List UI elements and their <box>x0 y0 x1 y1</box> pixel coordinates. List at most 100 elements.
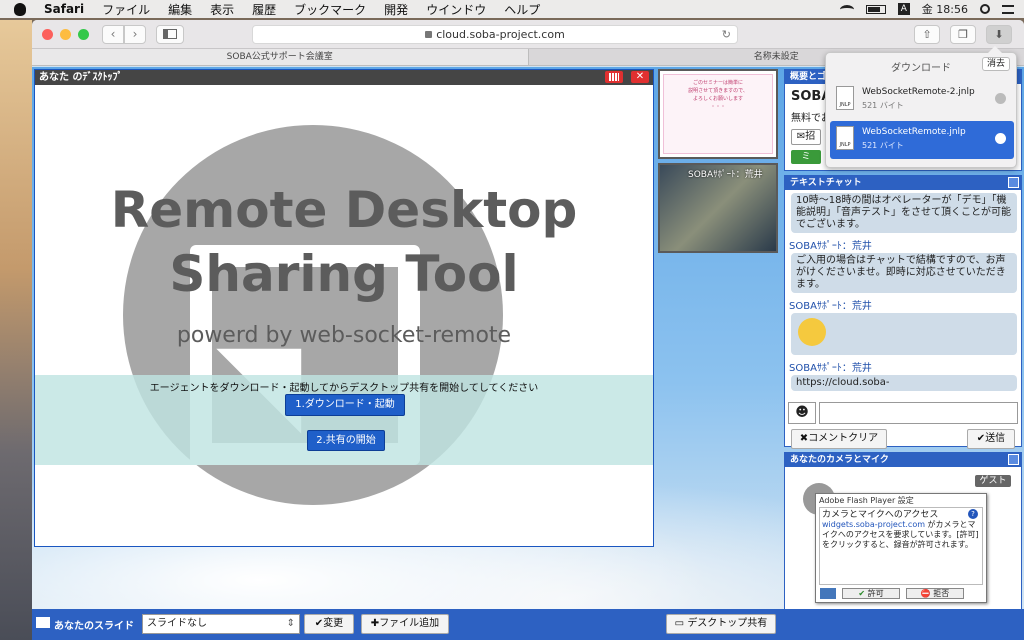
battery-icon[interactable] <box>865 4 886 14</box>
wifi-icon[interactable] <box>839 4 854 14</box>
add-file-label: ファイル追加 <box>379 618 440 629</box>
back-button[interactable]: ‹ <box>102 24 124 44</box>
desktop-share-label: デスクトップ共有 <box>687 618 768 629</box>
slide-preview: ごのセミナーは簡単に 説明させて頂きますので、 よろしくお願いします ・・・ <box>663 74 773 154</box>
lock-icon <box>425 31 433 38</box>
chat-sender: SOBAｻﾎﾟｰﾄ：荒井 <box>789 241 872 252</box>
desktop-panel-title: あなた のﾃﾞｽｸﾄｯﾌﾟ <box>39 72 123 83</box>
camera-panel-header: あなたのカメラとマイク <box>785 453 1021 467</box>
input-mode-indicator[interactable]: A <box>897 3 910 15</box>
chat-messages[interactable]: 10時〜18時の間はオペレーターが「デモ」「機能説明」「音声テスト」をさせて頂く… <box>785 190 1021 400</box>
participant-thumbnails: ごのセミナーは簡単に 説明させて頂きますので、 よろしくお願いします ・・・ S… <box>658 69 780 259</box>
download-size: 521 バイト <box>862 141 904 150</box>
flash-dialog-heading: カメラとマイクへのアクセス <box>822 510 939 520</box>
invite-button[interactable]: ✉招 <box>791 129 821 145</box>
hero-subheading: powerd by web-socket-remote <box>176 323 512 348</box>
chat-actions: ✖コメントクリア ✔送信 <box>785 426 1021 450</box>
chat-sender: SOBAｻﾎﾟｰﾄ：荒井 <box>789 301 872 312</box>
emoji-picker-button[interactable]: ☻ <box>788 402 816 424</box>
hero-heading-line2: Sharing Tool <box>169 245 519 303</box>
help-icon[interactable]: ? <box>968 509 978 519</box>
video-label: SOBAｻﾎﾟｰﾄ：荒井 <box>688 170 763 180</box>
chat-input[interactable] <box>819 402 1018 424</box>
clear-downloads-button[interactable]: 消去 <box>982 57 1010 71</box>
menu-edit[interactable]: 編集 <box>168 1 192 18</box>
clear-comments-label: コメントクリア <box>808 433 879 444</box>
send-button[interactable]: ✔送信 <box>967 429 1015 449</box>
change-slide-label: 変更 <box>323 618 344 629</box>
camera-panel-toggle-icon[interactable] <box>1008 454 1019 465</box>
reveal-in-finder-icon[interactable] <box>995 93 1006 104</box>
download-item-selected[interactable]: WebSocketRemote.jnlp 521 バイト <box>830 121 1014 159</box>
tabs-overview-button[interactable]: ❐ <box>950 25 976 44</box>
menu-app-name[interactable]: Safari <box>44 2 84 16</box>
minimize-window-button[interactable] <box>60 28 71 40</box>
jnlp-file-icon <box>836 126 854 150</box>
overview-badge[interactable]: ミ <box>791 150 821 164</box>
desktop-panel-body: Remote Desktop Sharing Tool powerd by we… <box>35 85 653 546</box>
menu-view[interactable]: 表示 <box>210 1 234 18</box>
sidebar-icon <box>163 29 177 39</box>
invite-button-label: 招 <box>805 131 816 142</box>
chat-sender: SOBAｻﾎﾟｰﾄ：荒井 <box>789 363 872 374</box>
allow-button[interactable]: ✔ 許可 <box>842 588 900 599</box>
monitor-icon <box>820 588 836 599</box>
jnlp-file-icon <box>836 86 854 110</box>
download-agent-button[interactable]: 1.ダウンロード・起動 <box>285 394 405 416</box>
downloads-button[interactable]: ⬇ <box>986 25 1012 44</box>
instruction-text: エージェントをダウンロード・起動してからデスクトップ共有を開始してしてください <box>149 383 539 394</box>
close-panel-button[interactable]: ✕ <box>631 71 649 83</box>
add-file-button[interactable]: ✚ファイル追加 <box>361 614 449 634</box>
download-item[interactable]: WebSocketRemote-2.jnlp 521 バイト <box>830 81 1014 119</box>
address-bar[interactable]: cloud.soba-project.com ↻ <box>252 25 738 44</box>
notification-center-icon[interactable] <box>1002 4 1014 14</box>
menu-window[interactable]: ウインドウ <box>426 1 486 18</box>
change-slide-button[interactable]: ✔変更 <box>304 614 354 634</box>
slide-text-line: ごのセミナーは簡単に <box>692 80 743 86</box>
menu-history[interactable]: 履歴 <box>252 1 276 18</box>
deny-button[interactable]: ⛔ 拒否 <box>906 588 964 599</box>
menu-bookmarks[interactable]: ブックマーク <box>294 1 366 18</box>
start-sharing-button[interactable]: 2.共有の開始 <box>307 430 385 451</box>
chat-title: テキストチャット <box>790 178 862 188</box>
grid-view-button[interactable] <box>605 71 623 83</box>
deny-icon: ⛔ <box>920 589 931 598</box>
forward-button[interactable]: › <box>124 24 146 44</box>
clear-comments-button[interactable]: ✖コメントクリア <box>791 429 887 449</box>
text-chat-panel: テキストチャット 10時〜18時の間はオペレーターが「デモ」「機能説明」「音声テ… <box>784 175 1022 450</box>
slides-label: あなたのスライド <box>54 621 134 632</box>
slide-thumbnail[interactable]: ごのセミナーは簡単に 説明させて頂きますので、 よろしくお願いします ・・・ <box>658 69 778 159</box>
chat-scroll-toggle-icon[interactable] <box>1008 177 1019 188</box>
slide-text-line: 説明させて頂きますので、 <box>688 88 748 94</box>
apple-icon[interactable] <box>14 2 26 16</box>
chat-bubble-emoji <box>791 313 1017 355</box>
chat-bubble: 10時〜18時の間はオペレーターが「デモ」「機能説明」「音声テスト」をさせて頂く… <box>791 193 1017 233</box>
mac-desktop-background <box>0 20 32 640</box>
desktop-share-button[interactable]: ▭ デスクトップ共有 <box>666 614 776 634</box>
video-thumbnail[interactable]: SOBAｻﾎﾟｰﾄ：荒井 <box>658 163 778 253</box>
flash-permission-dialog: Adobe Flash Player 設定 ? カメラとマイクへのアクセス wi… <box>815 493 987 603</box>
menu-help[interactable]: ヘルプ <box>504 1 540 18</box>
slide-select[interactable]: スライドなし ⇕ <box>142 614 300 634</box>
share-button[interactable]: ⇧ <box>914 25 940 44</box>
close-window-button[interactable] <box>42 28 53 40</box>
zoom-window-button[interactable] <box>78 28 89 40</box>
download-filename: WebSocketRemote.jnlp <box>862 127 966 137</box>
menu-bar: Safari ファイル 編集 表示 履歴 ブックマーク 開発 ウインドウ ヘルプ… <box>0 0 1024 18</box>
tab-soba-support[interactable]: SOBA公式サポート会議室 <box>32 49 529 65</box>
overview-title: 概要とゴ <box>790 72 827 82</box>
browser-toolbar: ‹ › cloud.soba-project.com ↻ ⇧ ❐ ⬇ <box>32 20 1024 49</box>
chat-bubble: ご入用の場合はチャットで結構ですので、お声がけくださいませ。即時に対応させていた… <box>791 253 1017 293</box>
menu-clock[interactable]: 金 18:56 <box>922 1 968 17</box>
flash-dialog-actions: ✔ 許可 ⛔ 拒否 <box>816 585 986 602</box>
reload-icon[interactable]: ↻ <box>722 26 731 44</box>
check-icon: ✔ <box>858 589 866 598</box>
guest-badge: ゲスト <box>975 475 1011 487</box>
reveal-in-finder-icon[interactable] <box>995 133 1006 144</box>
smile-emoji-icon <box>798 318 826 346</box>
url-text: cloud.soba-project.com <box>436 28 565 41</box>
sidebar-toggle-button[interactable] <box>156 24 184 44</box>
spotlight-icon[interactable] <box>980 4 990 14</box>
menu-file[interactable]: ファイル <box>102 1 150 18</box>
menu-develop[interactable]: 開発 <box>384 1 408 18</box>
